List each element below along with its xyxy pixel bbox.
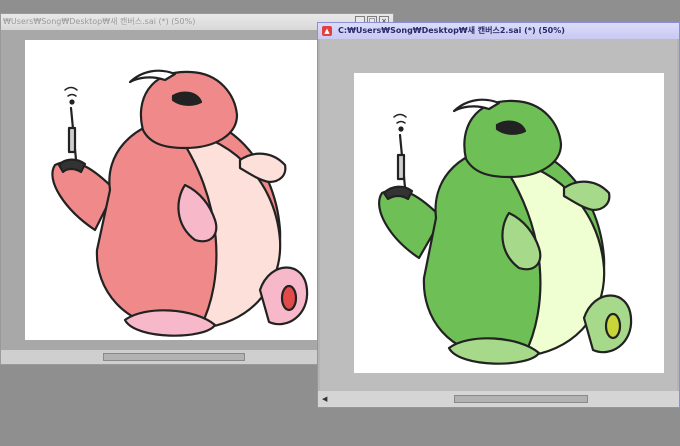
window-2-titlebar[interactable]: ▲ C:₩Users₩Song₩Desktop₩새 캔버스2.sai (*) (… <box>318 23 679 39</box>
green-dragon-illustration <box>378 98 633 365</box>
canvas-window-2[interactable]: ▲ C:₩Users₩Song₩Desktop₩새 캔버스2.sai (*) (… <box>317 22 680 408</box>
pink-dragon-illustration <box>51 69 309 337</box>
sai-app-icon: ▲ <box>322 26 332 36</box>
window-2-title: C:₩Users₩Song₩Desktop₩새 캔버스2.sai (*) (50… <box>338 26 565 35</box>
canvas-paper[interactable] <box>354 73 664 373</box>
window-2-horizontal-scrollbar[interactable]: ◀ <box>318 391 679 407</box>
window-2-canvas-area[interactable] <box>320 39 677 391</box>
canvas-paper[interactable] <box>25 40 349 340</box>
window-1-title: ₩Users₩Song₩Desktop₩새 캔버스.sai (*) (50%) <box>3 17 196 26</box>
scroll-left-arrow-icon[interactable]: ◀ <box>322 395 330 403</box>
window-1-scroll-thumb[interactable] <box>103 353 245 361</box>
window-2-scroll-thumb[interactable] <box>454 395 588 403</box>
